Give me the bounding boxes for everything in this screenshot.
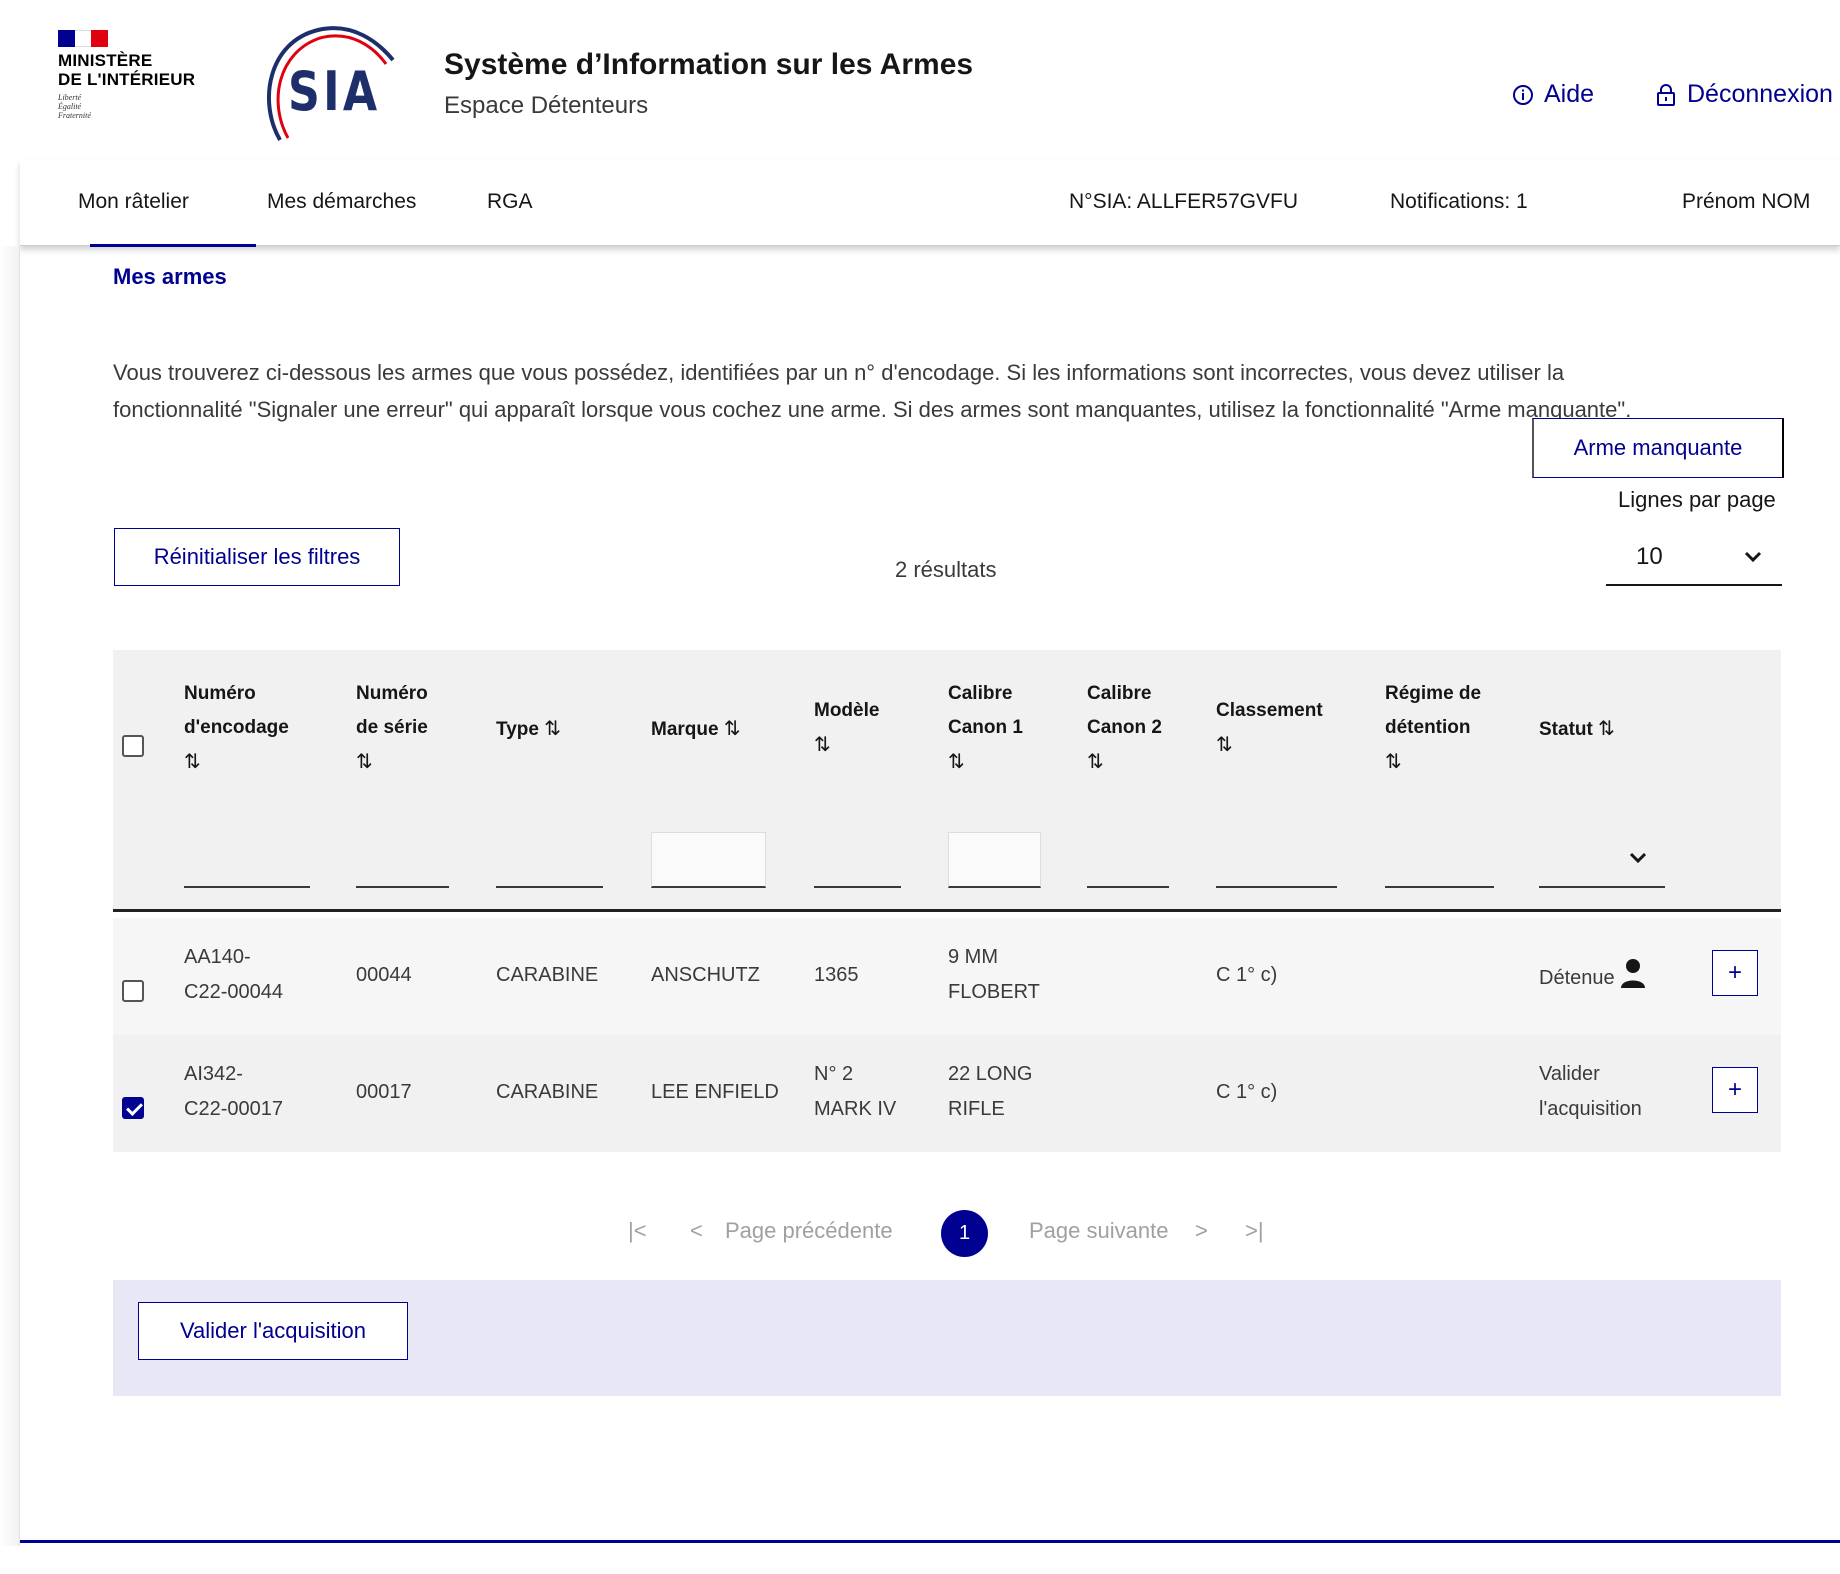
next-page-arrow[interactable]: > [1195,1218,1208,1244]
column-header-calibre1[interactable]: Calibre Canon 1 ⇅ [948,677,1023,779]
column-header-classement[interactable]: Classement ⇅ [1216,694,1323,762]
cell-encodage: AI342- C22-00017 [184,1063,283,1120]
page-number-current[interactable]: 1 [941,1210,988,1257]
cell-statut: Détenue [1539,958,1646,996]
chevron-down-icon [1629,852,1647,864]
help-link[interactable]: Aide [1512,80,1594,109]
app-title: Système d’Information sur les Armes [444,48,974,81]
notifications-link[interactable]: Notifications: 1 [1390,190,1528,214]
column-header-type[interactable]: Type ⇅ [496,712,561,747]
intro-text: Vous trouverez ci-dessous les armes que … [113,360,1632,422]
column-header-calibre2[interactable]: Calibre Canon 2 ⇅ [1087,677,1162,779]
column-header-marque[interactable]: Marque ⇅ [651,712,741,747]
app-subtitle: Espace Détenteurs [444,92,649,119]
filter-input-serie[interactable] [356,832,449,888]
column-header-encodage[interactable]: Numéro d'encodage ⇅ [184,677,289,779]
sort-icon[interactable]: ⇅ [356,745,428,779]
sia-number: N°SIA: ALLFER57GVFU [1069,190,1298,213]
lines-per-page-select[interactable]: 10 [1606,530,1782,586]
cell-serie: 00044 [356,964,412,986]
user-icon [1621,959,1646,988]
filter-input-regime[interactable] [1385,832,1494,888]
sort-icon[interactable]: ⇅ [184,745,289,779]
column-header-regime[interactable]: Régime de détention ⇅ [1385,677,1481,779]
chevron-down-icon [1744,551,1762,563]
cell-calibre1: 9 MM FLOBERT [948,946,1040,1003]
nav-item-mon-ratelier[interactable]: Mon râtelier [78,190,189,214]
prev-page-button[interactable]: Page précédente [725,1218,893,1244]
cell-statut: Valider l'acquisition [1539,1063,1642,1120]
last-page-button[interactable]: >| [1245,1218,1264,1244]
cell-serie: 00017 [356,1081,412,1103]
info-icon [1513,84,1533,105]
filter-input-classement[interactable] [1216,832,1337,888]
sort-icon[interactable]: ⇅ [948,745,1023,779]
row-checkbox[interactable] [122,1097,144,1119]
ministry-name: MINISTÈRE DE L'INTÉRIEUR [58,51,196,89]
lines-per-page-value: 10 [1636,543,1663,570]
filter-input-calibre1[interactable] [948,832,1041,888]
filter-input-calibre2[interactable] [1087,832,1169,888]
main-nav: Mon râtelier Mes démarches RGA N°SIA: AL… [20,160,1840,247]
prev-page-arrow[interactable]: < [690,1218,703,1244]
cell-modele: N° 2 MARK IV [814,1063,897,1120]
filter-input-marque[interactable] [651,832,766,888]
column-header-modele[interactable]: Modèle ⇅ [814,694,879,762]
cell-type: CARABINE [496,964,599,986]
cell-calibre1: 22 LONG RIFLE [948,1063,1033,1120]
sort-icon[interactable]: ⇅ [1087,745,1162,779]
sia-logo: SIA [258,22,398,142]
cell-type: CARABINE [496,1081,599,1103]
lines-per-page-label: Lignes par page [1618,487,1776,512]
row-expand-button[interactable]: + [1712,1067,1758,1113]
page-left-edge [0,246,20,1546]
validate-acquisition-button[interactable]: Valider l'acquisition [138,1302,408,1360]
footer-divider [20,1540,1840,1543]
sort-icon[interactable]: ⇅ [544,718,561,740]
filter-input-modele[interactable] [814,832,901,888]
column-header-serie[interactable]: Numéro de série ⇅ [356,677,428,779]
breadcrumb-current[interactable]: Mes armes [113,264,227,290]
french-flag-icon [58,30,109,47]
filter-select-statut[interactable] [1539,832,1665,888]
filter-input-type[interactable] [496,832,603,888]
filter-input-encodage[interactable] [184,832,310,888]
cell-encodage: AA140- C22-00044 [184,946,283,1003]
row-expand-button[interactable]: + [1712,950,1758,996]
cell-marque: ANSCHUTZ [651,964,760,986]
cell-modele: 1365 [814,964,859,986]
logout-link[interactable]: Déconnexion [1655,80,1833,109]
cell-classement: C 1° c) [1216,964,1278,986]
results-count: 2 résultats [895,557,997,582]
ministry-logo: MINISTÈRE DE L'INTÉRIEUR Liberté Égalité… [58,30,218,140]
cell-classement: C 1° c) [1216,1081,1278,1103]
nav-active-indicator [90,244,256,247]
sort-icon[interactable]: ⇅ [1385,745,1481,779]
cell-marque: LEE ENFIELD [651,1081,779,1103]
sort-icon[interactable]: ⇅ [814,728,879,762]
user-name[interactable]: Prénom NOM [1682,190,1810,214]
site-header: MINISTÈRE DE L'INTÉRIEUR Liberté Égalité… [0,0,1840,160]
row-checkbox[interactable] [122,980,144,1002]
next-page-button[interactable]: Page suivante [1029,1218,1168,1244]
nav-item-mes-demarches[interactable]: Mes démarches [267,190,416,214]
nav-item-rga[interactable]: RGA [487,190,533,214]
sort-icon[interactable]: ⇅ [1216,728,1323,762]
ministry-motto: Liberté Égalité Fraternité [58,93,91,120]
sia-logo-text: SIA [288,60,381,123]
select-all-checkbox[interactable] [122,735,144,757]
sort-icon[interactable]: ⇅ [1598,718,1615,740]
lock-icon [1657,83,1675,106]
sort-icon[interactable]: ⇅ [724,718,741,740]
column-header-statut[interactable]: Statut ⇅ [1539,712,1615,747]
first-page-button[interactable]: |< [628,1218,647,1244]
reset-filters-button[interactable]: Réinitialiser les filtres [114,528,400,586]
missing-weapon-button[interactable]: Arme manquante [1532,418,1784,478]
